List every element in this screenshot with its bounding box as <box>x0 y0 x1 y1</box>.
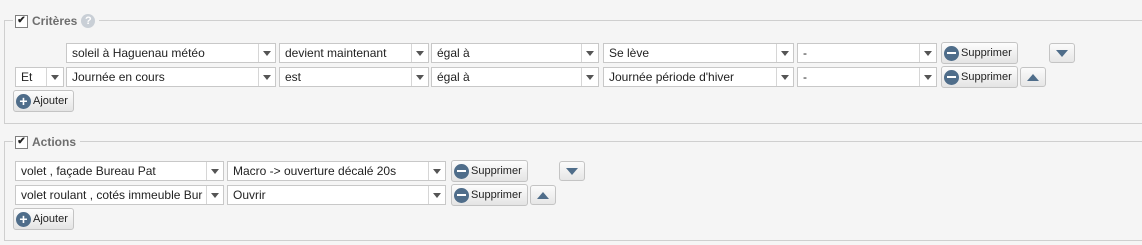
criteria-row-1-move-down-button[interactable] <box>1049 43 1075 63</box>
criteria-row-1-comparison-value: égal à <box>437 46 470 60</box>
chevron-down-icon <box>428 186 445 204</box>
action-row-1-delete-label: Supprimer <box>471 165 522 177</box>
minus-circle-icon <box>944 45 959 61</box>
chevron-down-icon <box>206 186 223 204</box>
question-circle-icon[interactable]: ? <box>81 14 96 28</box>
criteria-row-2-extra-value: - <box>803 70 807 84</box>
action-row-2-delete-button[interactable]: Supprimer <box>451 184 528 206</box>
action-row-1-move-down-button[interactable] <box>559 161 585 181</box>
criteria-row-2-comparison-value: égal à <box>437 70 470 84</box>
actions-legend: ✔ Actions <box>13 133 81 151</box>
criteria-legend-label: Critères <box>32 14 78 28</box>
action-row-1-device-select[interactable]: volet , façade Bureau Pat <box>15 161 224 181</box>
criteria-row-2-extra-select[interactable]: - <box>797 67 937 87</box>
chevron-down-icon <box>581 44 598 62</box>
minus-circle-icon <box>944 69 959 85</box>
action-row-2-device-value: volet roulant , cotés immeuble Bur <box>21 188 203 202</box>
criteria-row-2-operator-select[interactable]: est <box>279 67 429 87</box>
criteria-checkbox[interactable]: ✔ <box>15 14 28 28</box>
criteria-row-1-value-select[interactable]: Se lève <box>603 43 794 63</box>
actions-add-label: Ajouter <box>33 213 68 225</box>
criteria-row-2-delete-button[interactable]: Supprimer <box>941 66 1018 88</box>
criteria-row-1-value-value: Se lève <box>609 46 650 60</box>
plus-circle-icon: + <box>16 211 31 227</box>
criteria-add-button[interactable]: + Ajouter <box>13 90 74 112</box>
criteria-legend: ✔ Critères ? <box>13 12 100 30</box>
criteria-row-1-operator-select[interactable]: devient maintenant <box>279 43 429 63</box>
chevron-down-icon <box>46 68 63 86</box>
chevron-down-icon <box>581 68 598 86</box>
chevron-down-icon <box>919 44 936 62</box>
chevron-down-icon <box>258 44 275 62</box>
criteria-row-1-subject-select[interactable]: soleil à Haguenau météo <box>66 43 276 63</box>
chevron-down-icon <box>258 68 275 86</box>
criteria-row-1-delete-label: Supprimer <box>961 47 1012 59</box>
chevron-down-icon <box>776 68 793 86</box>
criteria-row-2-subject-select[interactable]: Journée en cours <box>66 67 276 87</box>
action-row-1-command-value: Macro -> ouverture décalé 20s <box>233 164 397 178</box>
chevron-down-icon <box>776 44 793 62</box>
actions-checkbox[interactable]: ✔ <box>15 135 28 149</box>
action-row-2-device-select[interactable]: volet roulant , cotés immeuble Bur <box>15 185 224 205</box>
criteria-row-1-delete-button[interactable]: Supprimer <box>941 42 1018 64</box>
action-row-1-device-value: volet , façade Bureau Pat <box>21 164 156 178</box>
criteria-row-2-subject-value: Journée en cours <box>72 70 165 84</box>
criteria-row-2-delete-label: Supprimer <box>961 71 1012 83</box>
action-row-2-command-select[interactable]: Ouvrir <box>227 185 446 205</box>
criteria-row-2-operator-value: est <box>285 70 302 84</box>
action-row-1-command-select[interactable]: Macro -> ouverture décalé 20s <box>227 161 446 181</box>
criteria-row-1-extra-value: - <box>803 46 807 60</box>
criteria-row-2-connector-value: Et <box>21 70 33 84</box>
criteria-row-1-extra-select[interactable]: - <box>797 43 937 63</box>
chevron-down-icon <box>206 162 223 180</box>
chevron-down-icon <box>411 68 428 86</box>
action-row-2-move-up-button[interactable] <box>530 185 556 205</box>
criteria-row-1-subject-value: soleil à Haguenau météo <box>72 46 205 60</box>
action-row-2-delete-label: Supprimer <box>471 189 522 201</box>
criteria-row-2-comparison-select[interactable]: égal à <box>431 67 599 87</box>
actions-add-button[interactable]: + Ajouter <box>13 208 74 230</box>
minus-circle-icon <box>454 187 469 203</box>
action-row-1-delete-button[interactable]: Supprimer <box>451 160 528 182</box>
criteria-row-2-value-value: Journée période d'hiver <box>609 70 735 84</box>
chevron-down-icon <box>428 162 445 180</box>
minus-circle-icon <box>454 163 469 179</box>
plus-circle-icon: + <box>16 93 31 109</box>
chevron-down-icon <box>919 68 936 86</box>
criteria-row-1-comparison-select[interactable]: égal à <box>431 43 599 63</box>
criteria-row-2-value-select[interactable]: Journée période d'hiver <box>603 67 794 87</box>
chevron-down-icon <box>411 44 428 62</box>
criteria-add-label: Ajouter <box>33 95 68 107</box>
criteria-row-1-operator-value: devient maintenant <box>285 46 387 60</box>
action-row-2-command-value: Ouvrir <box>233 188 266 202</box>
criteria-row-2-move-up-button[interactable] <box>1020 67 1046 87</box>
criteria-row-2-connector-select[interactable]: Et <box>15 67 64 87</box>
actions-legend-label: Actions <box>32 135 77 149</box>
